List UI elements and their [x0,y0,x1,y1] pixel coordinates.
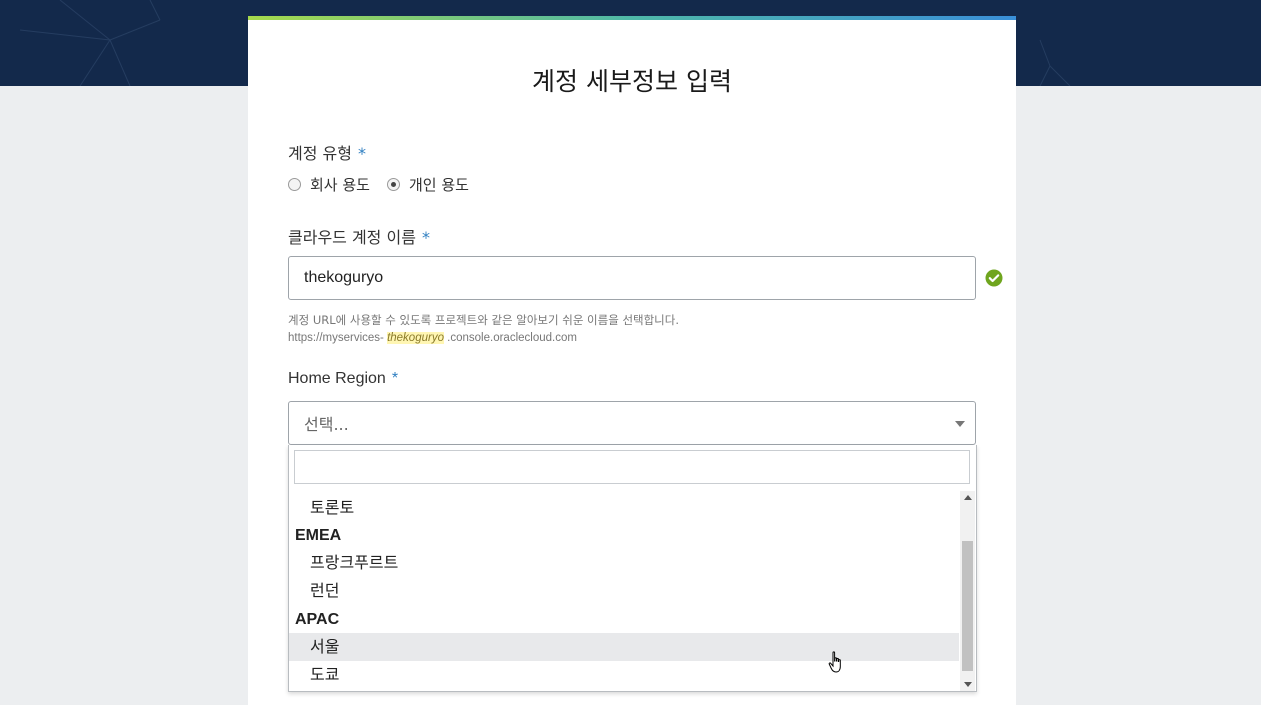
account-type-radio-group: 회사 용도 개인 용도 [288,174,486,194]
check-circle-icon [985,269,1003,287]
scrollbar-thumb[interactable] [962,541,973,671]
region-group-apac: APAC [295,611,340,628]
home-region-label: Home Region * [288,370,398,388]
required-mark: * [421,228,430,247]
home-region-dropdown: 토론토 EMEA 프랑크푸르트 런던 APAC 서울 도쿄 [288,445,977,692]
radio-business-use[interactable] [288,177,301,191]
card-accent-bar [248,16,1016,20]
radio-personal-use[interactable] [386,177,400,191]
scroll-down-icon[interactable] [964,682,972,687]
radio-business-use-label[interactable]: 회사 용도 [310,174,370,195]
url-account-highlight: thekoguryo [387,332,444,344]
account-type-label-text: 계정 유형 [288,144,352,163]
region-search-input[interactable] [294,450,970,484]
cloud-account-name-label: 클라우드 계정 이름 * [288,224,430,248]
region-option-london[interactable]: 런던 [289,577,959,605]
scroll-up-icon[interactable] [964,495,972,500]
cloud-account-name-input[interactable]: thekoguryo [288,256,976,300]
hand-pointer-cursor-icon [828,651,841,673]
dropdown-scrollbar[interactable] [960,491,975,691]
home-region-placeholder: 선택... [304,415,349,434]
region-option-tokyo[interactable]: 도쿄 [289,661,959,689]
region-option-frankfurt[interactable]: 프랑크푸르트 [289,549,959,577]
page-title: 계정 세부정보 입력 [532,67,732,96]
home-region-select[interactable]: 선택... [288,401,976,445]
url-suffix: .console.oraclecloud.com [443,332,577,344]
cloud-account-name-label-text: 클라우드 계정 이름 [288,228,416,247]
chevron-down-icon[interactable] [955,421,965,427]
account-url-preview: https://myservices- thekoguryo .console.… [288,332,577,344]
account-name-hint: 계정 URL에 사용할 수 있도록 프로젝트와 같은 알아보기 쉬운 이름을 선… [288,313,680,327]
required-mark: * [357,144,366,163]
account-type-label: 계정 유형 * [288,140,366,164]
region-options-list: 토론토 EMEA 프랑크푸르트 런던 APAC 서울 도쿄 [289,491,959,691]
radio-personal-use-label[interactable]: 개인 용도 [409,174,469,195]
home-region-label-text: Home Region [288,370,386,387]
account-details-card: 계정 세부정보 입력 계정 유형 * 회사 용도 개인 용도 클라우드 계정 이름… [248,16,1016,705]
region-option-toronto[interactable]: 토론토 [289,494,959,522]
url-prefix: https://myservices- [288,332,388,344]
required-mark: * [391,370,399,387]
cloud-account-name-value: thekoguryo [304,269,384,286]
region-option-seoul[interactable]: 서울 [289,633,959,661]
region-group-emea: EMEA [295,527,342,544]
